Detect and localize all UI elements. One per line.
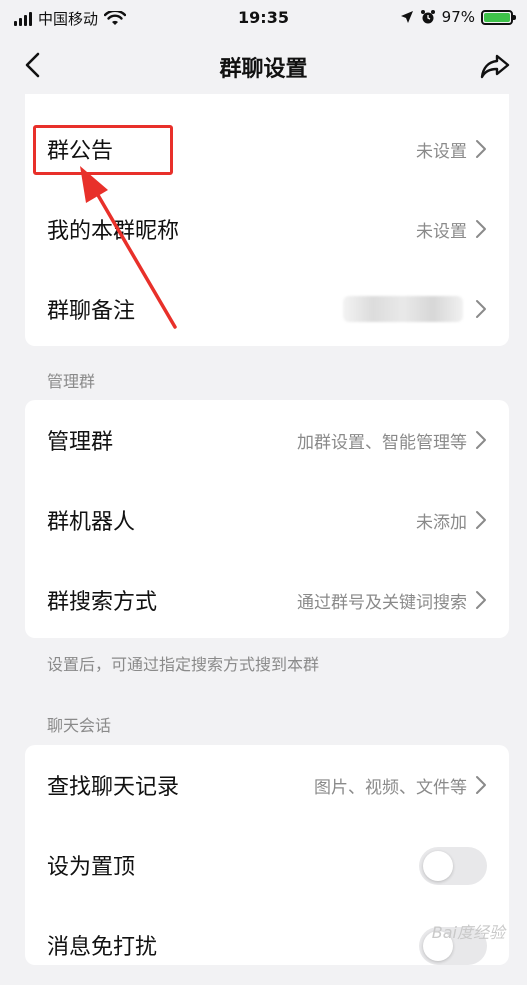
chevron-right-icon <box>476 511 486 529</box>
battery-icon <box>481 9 516 25</box>
row-pin-top: 设为置顶 <box>25 825 509 905</box>
battery-percent: 97% <box>441 8 475 26</box>
blurred-remark-value <box>343 296 463 322</box>
row-group-robot[interactable]: 群机器人 未添加 <box>25 480 509 560</box>
share-icon[interactable] <box>479 50 511 82</box>
row-label: 群搜索方式 <box>47 590 158 615</box>
row-label: 群机器人 <box>47 510 136 535</box>
row-label: 消息免打扰 <box>47 935 158 960</box>
location-icon <box>400 11 413 23</box>
row-label: 我的本群昵称 <box>47 219 180 244</box>
chevron-right-icon <box>476 140 486 158</box>
row-label: 群聊备注 <box>47 299 136 324</box>
baidu-watermark: Bai度经验 <box>431 923 505 942</box>
row-group-search-method[interactable]: 群搜索方式 通过群号及关键词搜索 <box>25 560 509 640</box>
chevron-right-icon <box>476 300 486 318</box>
row-value: 未添加 <box>416 513 467 533</box>
row-label: 管理群 <box>47 430 114 455</box>
row-find-chat-history[interactable]: 查找聊天记录 图片、视频、文件等 <box>25 745 509 825</box>
search-method-hint: 设置后，可通过指定搜索方式搜到本群 <box>47 655 320 674</box>
status-bar: 中国移动 19:35 97% <box>0 0 527 38</box>
row-label: 设为置顶 <box>47 855 136 880</box>
chevron-right-icon <box>476 776 486 794</box>
toggle-knob <box>423 851 453 881</box>
row-manage-group[interactable]: 管理群 加群设置、智能管理等 <box>25 400 509 480</box>
chevron-right-icon <box>476 591 486 609</box>
row-group-remark[interactable]: 群聊备注 <box>25 269 509 349</box>
row-value: 加群设置、智能管理等 <box>297 433 467 453</box>
row-value: 图片、视频、文件等 <box>314 778 467 798</box>
page-title: 群聊设置 <box>219 57 308 82</box>
highlight-box <box>33 125 173 175</box>
row-my-group-nickname[interactable]: 我的本群昵称 未设置 <box>25 189 509 269</box>
row-label: 查找聊天记录 <box>47 775 180 800</box>
section-title-manage: 管理群 <box>47 372 96 391</box>
chevron-right-icon <box>476 431 486 449</box>
row-value: 未设置 <box>416 142 467 162</box>
nav-bar: 群聊设置 <box>0 38 527 94</box>
pin-top-toggle[interactable] <box>419 847 487 885</box>
row-mute: 消息免打扰 <box>25 905 509 985</box>
manage-card: 管理群 加群设置、智能管理等 群机器人 未添加 群搜索方式 通过群号及关键词搜索 <box>25 400 509 638</box>
chevron-right-icon <box>476 220 486 238</box>
row-value: 通过群号及关键词搜索 <box>297 593 467 613</box>
alarm-icon <box>420 10 435 24</box>
row-value: 未设置 <box>416 222 467 242</box>
section-title-chat: 聊天会话 <box>47 716 112 735</box>
status-right: 97% <box>400 8 516 26</box>
